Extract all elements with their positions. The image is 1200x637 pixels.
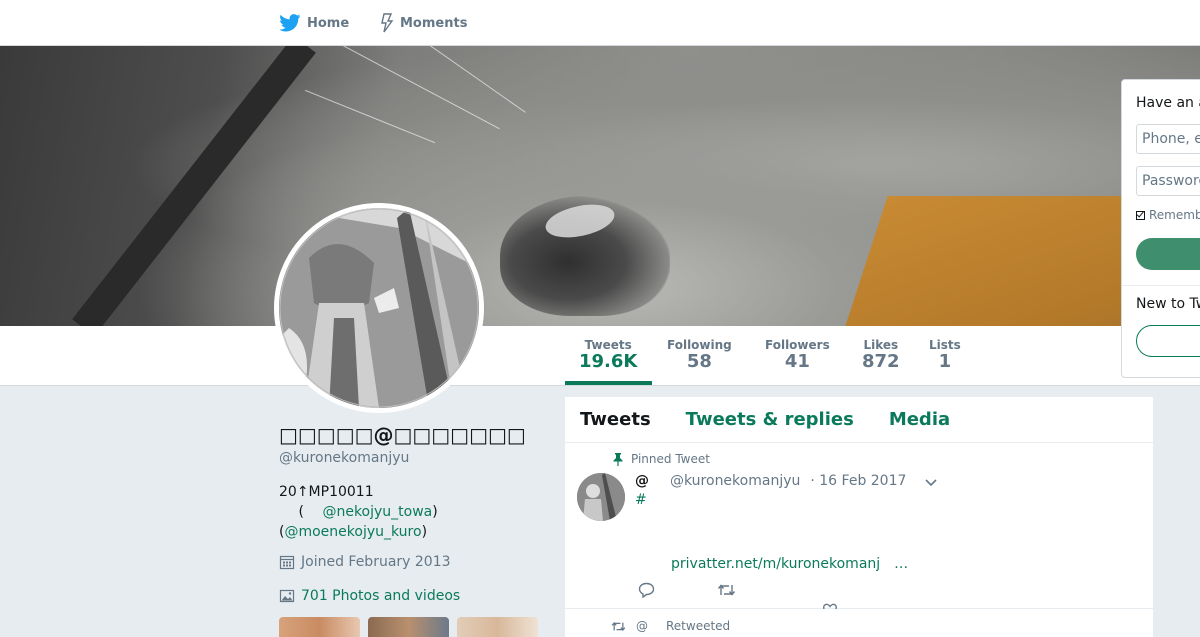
tweet-date[interactable]: · 16 Feb 2017	[810, 473, 906, 489]
pinned-label: Pinned Tweet	[631, 452, 710, 466]
login-button[interactable]	[1136, 238, 1200, 270]
chevron-down-icon[interactable]	[925, 479, 937, 487]
remember-checkbox[interactable]	[1136, 210, 1145, 220]
heart-icon[interactable]	[822, 603, 838, 609]
tweet-link[interactable]: privatter.net/m/kuronekomanj	[671, 556, 880, 572]
joined-text: Joined February 2013	[301, 554, 451, 570]
bio-line: ( @nekojyu_towa)	[279, 502, 539, 522]
profile-nav-bar: Tweets 19.6K Following 58 Followers 41 L…	[0, 326, 1200, 386]
photo-thumbnails	[279, 617, 538, 637]
calendar-icon	[279, 555, 295, 570]
screen-name[interactable]: @kuronekomanjyu	[279, 450, 539, 466]
bio-mention-link[interactable]: @nekojyu_towa	[322, 504, 432, 520]
photo-thumbnail[interactable]	[457, 617, 538, 637]
bio-line: (@moenekojyu_kuro)	[279, 522, 539, 542]
bio-paren: (	[298, 504, 304, 520]
twitter-bird-icon	[279, 14, 301, 32]
lightning-icon	[381, 13, 394, 33]
retweet-context: @ Retweeted	[611, 619, 730, 633]
stat-label: Tweets	[584, 338, 632, 352]
stat-followers[interactable]: Followers 41	[765, 338, 830, 372]
photos-videos-text: 701 Photos and videos	[301, 588, 461, 604]
photos-videos-link[interactable]: 701 Photos and videos	[279, 588, 539, 604]
joined-date: Joined February 2013	[279, 554, 539, 570]
retweeted-label: Retweeted	[666, 619, 731, 633]
timeline-tabs: Tweets Tweets & replies Media	[565, 397, 1153, 443]
tweet-screen-name[interactable]: @kuronekomanjyu	[670, 473, 800, 489]
photo-thumbnail[interactable]	[279, 617, 360, 637]
stat-value: 41	[784, 351, 810, 372]
bio-line: 20↑MP10011	[279, 484, 374, 500]
tweet-link-row: privatter.net/m/kuronekomanj …	[671, 556, 908, 572]
pin-icon	[613, 452, 623, 466]
stat-value: 58	[686, 351, 712, 372]
bio-mention-link[interactable]: @moenekojyu_kuro	[284, 524, 421, 540]
image-icon	[279, 589, 295, 603]
active-tab-underline	[565, 381, 652, 385]
login-box: Have an account? Phone, email or usernam…	[1121, 79, 1200, 378]
tweet-author-name[interactable]: @	[635, 473, 670, 489]
avatar-illustration	[279, 208, 479, 408]
password-field[interactable]: Password	[1136, 166, 1200, 196]
tweet-header: @ @kuronekomanjyu · 16 Feb 2017	[635, 473, 906, 489]
tweet-avatar[interactable]	[577, 473, 625, 521]
retweet-author[interactable]: @	[636, 619, 648, 633]
profile-bio: 20↑MP10011 ( @nekojyu_towa) (@moenekojyu…	[279, 482, 539, 542]
stat-lists[interactable]: Lists 1	[929, 338, 961, 372]
profile-card: □□□□□@□□□□□□□ @kuronekomanjyu 20↑MP10011…	[279, 420, 539, 604]
top-navigation-bar: Home Moments	[0, 0, 1200, 46]
nav-home-label: Home	[307, 15, 350, 31]
stat-label: Followers	[765, 338, 830, 352]
stat-value: 1	[938, 351, 952, 372]
reply-icon[interactable]	[638, 582, 655, 598]
stat-value: 872	[862, 351, 900, 372]
remember-label: Remember me	[1149, 208, 1200, 222]
stat-likes[interactable]: Likes 872	[862, 338, 900, 372]
nav-moments-label: Moments	[400, 15, 468, 31]
photo-thumbnail[interactable]	[368, 617, 449, 637]
login-title: Have an account?	[1136, 95, 1200, 111]
stat-label: Likes	[863, 338, 899, 352]
username-field[interactable]: Phone, email or username	[1136, 124, 1200, 154]
divider	[1122, 285, 1200, 286]
retweet-icon[interactable]	[717, 583, 736, 597]
tab-media[interactable]: Media	[889, 409, 950, 430]
signup-button[interactable]	[1136, 325, 1200, 357]
tab-tweets[interactable]: Tweets	[580, 409, 651, 430]
bio-paren: )	[432, 504, 438, 520]
display-name[interactable]: □□□□□@□□□□□□□	[279, 420, 539, 450]
profile-avatar[interactable]	[274, 203, 484, 413]
tweet-link-ellipsis: …	[894, 556, 909, 572]
stat-label: Lists	[929, 338, 961, 352]
tweet-hashtag[interactable]: #	[635, 492, 647, 508]
bio-paren: )	[421, 524, 428, 540]
tab-tweets-replies[interactable]: Tweets & replies	[686, 409, 854, 430]
nav-moments[interactable]: Moments	[380, 0, 467, 46]
nav-home[interactable]: Home	[279, 0, 349, 46]
stat-value: 19.6K	[579, 351, 638, 372]
stat-label: Following	[667, 338, 732, 352]
pinned-context: Pinned Tweet	[613, 452, 710, 466]
new-to-twitter-text: New to Twitter?	[1136, 296, 1200, 312]
stat-tweets[interactable]: Tweets 19.6K	[579, 338, 637, 372]
stat-following[interactable]: Following 58	[667, 338, 732, 372]
profile-banner	[0, 46, 1200, 326]
remember-me[interactable]: Remember me	[1136, 208, 1200, 222]
timeline: Tweets Tweets & replies Media Pinned Twe…	[565, 397, 1153, 637]
